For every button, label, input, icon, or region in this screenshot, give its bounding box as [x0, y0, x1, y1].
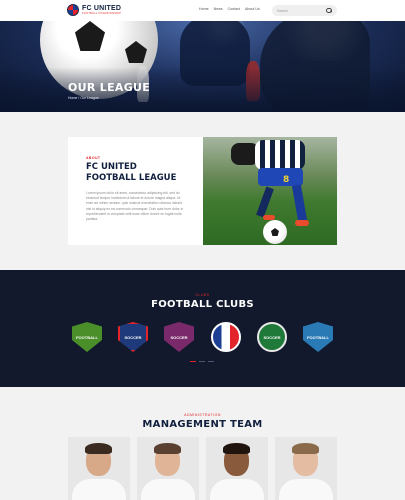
shield-icon: SOCCER — [118, 322, 148, 352]
club-crest-1[interactable]: FOOTBALL — [71, 320, 103, 354]
search-placeholder: Search — [277, 8, 289, 13]
club-crest-2[interactable]: SOCCER — [117, 320, 149, 354]
about-title-line: FOOTBALL LEAGUE — [86, 172, 177, 183]
person-shirt — [210, 479, 264, 500]
badge-icon: SOCCER — [257, 322, 287, 352]
shield-icon: SOCCER — [164, 322, 194, 352]
club-crest-5[interactable]: SOCCER — [256, 320, 288, 354]
site-header: FC UNITED FOOTBALL CHAMPIONSHIP Home New… — [0, 0, 405, 21]
shield-icon: FOOTBALL — [303, 322, 333, 352]
club-crest-4[interactable] — [210, 320, 242, 354]
search-icon[interactable] — [326, 7, 332, 14]
about-section: ABOUT FC UNITED FOOTBALL LEAGUE Lorem ip… — [0, 112, 405, 270]
main-nav: Home News Contact About Us — [199, 7, 260, 11]
person-shirt — [72, 479, 126, 500]
slider-pagination — [190, 361, 214, 363]
breadcrumb[interactable]: Home / Our League — [68, 96, 99, 100]
search-input[interactable]: Search — [272, 5, 337, 16]
person-hair — [223, 443, 250, 454]
clubs-kicker: CLUBS — [195, 293, 210, 297]
management-section: ADMINISTRATION MANAGEMENT TEAM — [0, 387, 405, 500]
player-leg — [291, 184, 308, 222]
player-boot — [295, 220, 309, 226]
player-leg — [256, 186, 274, 218]
nav-item-about-us[interactable]: About Us — [245, 7, 260, 11]
management-kicker: ADMINISTRATION — [184, 413, 221, 417]
person-shirt — [141, 479, 195, 500]
brand-title: FC UNITED — [82, 4, 122, 12]
about-title-line: FC UNITED — [86, 162, 137, 172]
soccer-ball-icon — [263, 220, 287, 244]
team-member-photo[interactable] — [137, 437, 199, 500]
clubs-title: FOOTBALL CLUBS — [151, 299, 254, 310]
person-hair — [85, 443, 112, 454]
player-shorts — [258, 168, 303, 186]
nav-item-news[interactable]: News — [214, 7, 223, 11]
brand-logo[interactable]: FC UNITED FOOTBALL CHAMPIONSHIP — [67, 4, 121, 16]
management-title: MANAGEMENT TEAM — [142, 419, 263, 430]
about-title: FC UNITED FOOTBALL LEAGUE — [86, 162, 185, 183]
about-kicker: ABOUT — [86, 156, 101, 160]
clubs-section: CLUBS FOOTBALL CLUBS FOOTBALL SOCCER SOC… — [0, 270, 405, 387]
slider-dot[interactable] — [208, 361, 214, 363]
team-member-photo[interactable] — [275, 437, 337, 500]
person-shirt — [279, 479, 333, 500]
about-card: ABOUT FC UNITED FOOTBALL LEAGUE Lorem ip… — [68, 137, 203, 245]
jersey-number: 8 — [283, 175, 290, 185]
soccer-ball-icon — [211, 322, 241, 352]
nav-item-home[interactable]: Home — [199, 7, 209, 11]
hero-overlay — [0, 67, 405, 112]
slider-dot[interactable] — [199, 361, 205, 363]
club-crest-icon — [67, 4, 79, 16]
brand-subtitle: FOOTBALL CHAMPIONSHIP — [82, 11, 122, 15]
club-crest-6[interactable]: FOOTBALL — [302, 320, 334, 354]
person-hair — [154, 443, 181, 454]
shield-icon: FOOTBALL — [72, 322, 102, 352]
hero-banner: OUR LEAGUE Home / Our League — [0, 21, 405, 112]
team-member-photo[interactable] — [206, 437, 268, 500]
about-body-text: Lorem ipsum dolor sit amet, consectetur … — [86, 191, 184, 222]
team-member-photo[interactable] — [68, 437, 130, 500]
player-jersey — [255, 140, 305, 170]
person-hair — [292, 443, 319, 454]
page-title: OUR LEAGUE — [68, 81, 151, 94]
about-player-image: 8 — [203, 137, 337, 245]
nav-item-contact[interactable]: Contact — [228, 7, 240, 11]
club-crest-3[interactable]: SOCCER — [163, 320, 195, 354]
slider-dot[interactable] — [190, 361, 196, 363]
